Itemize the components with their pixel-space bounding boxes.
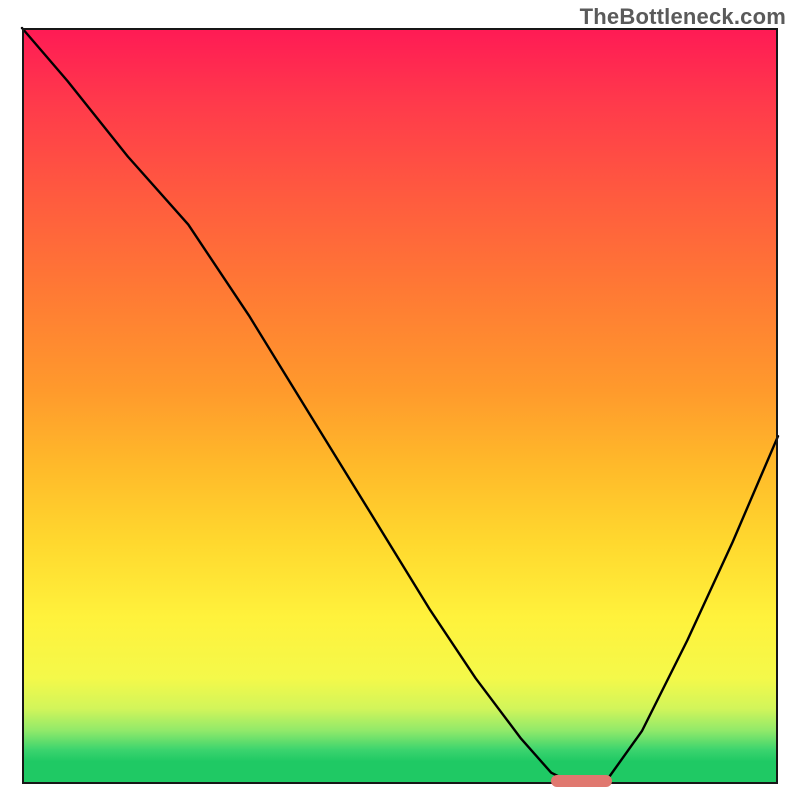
watermark-text: TheBottleneck.com	[580, 4, 786, 30]
optimal-point-marker	[551, 775, 611, 787]
chart-plot-area	[22, 28, 778, 784]
chart-curve	[22, 28, 778, 784]
